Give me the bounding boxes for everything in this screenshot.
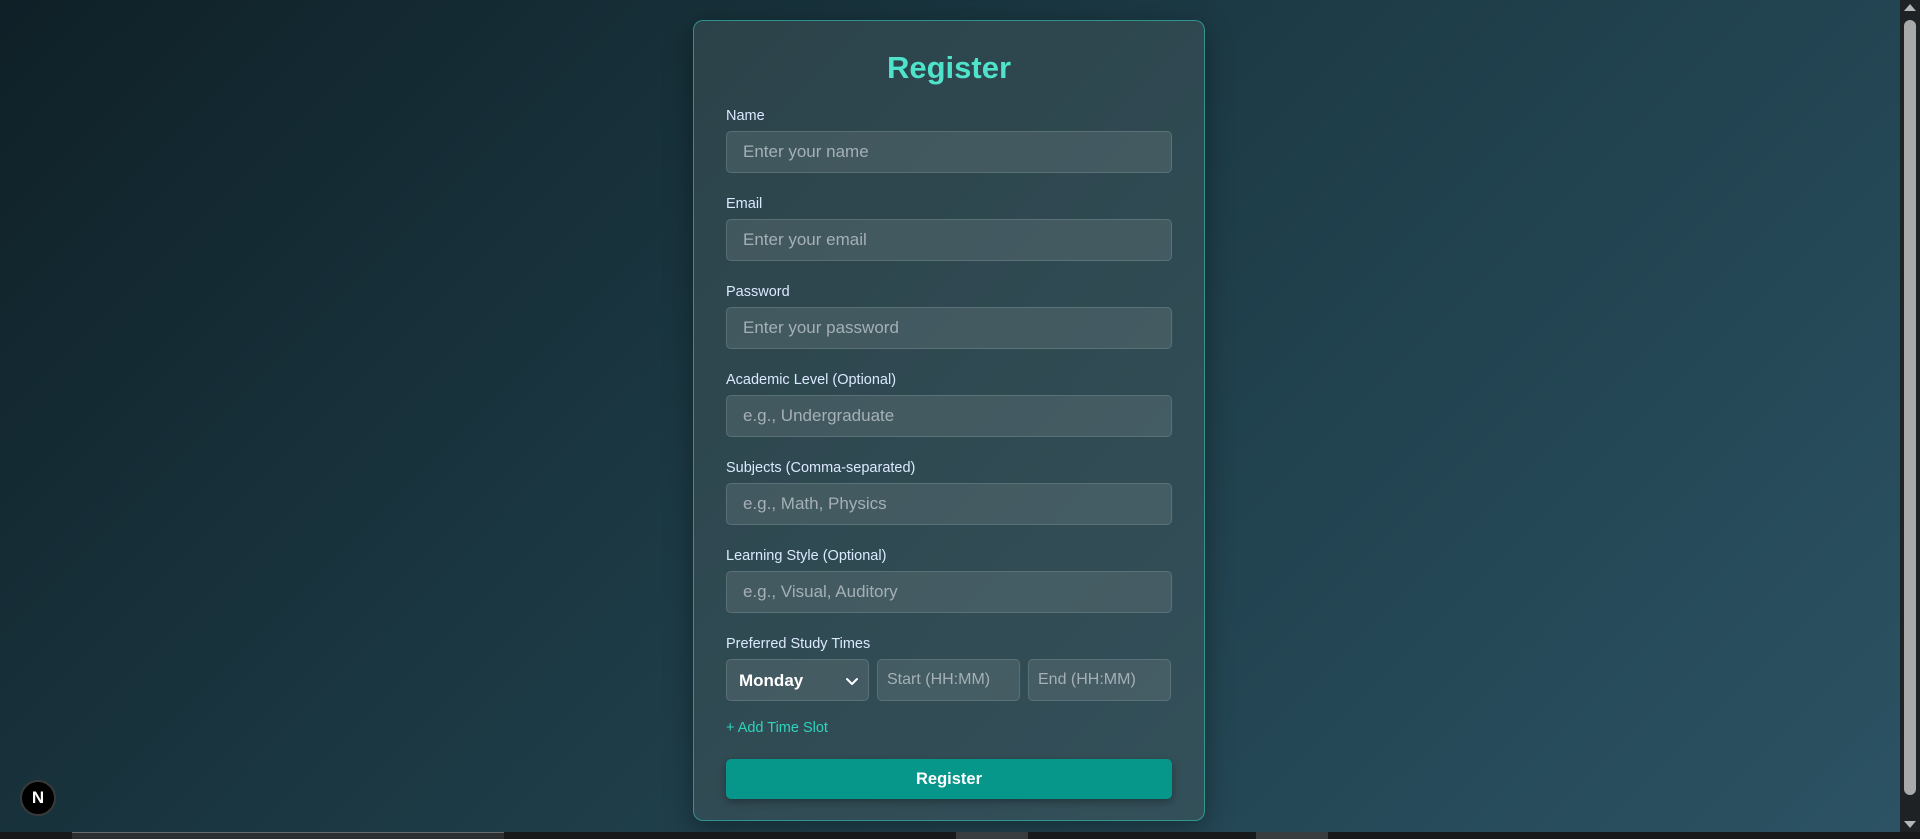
- subjects-field-group: Subjects (Comma-separated): [726, 459, 1172, 525]
- name-label: Name: [726, 108, 765, 124]
- password-field-group: Password: [726, 283, 1172, 349]
- end-time-input[interactable]: [1028, 659, 1171, 701]
- register-button[interactable]: Register: [726, 759, 1172, 799]
- study-times-label: Preferred Study Times: [726, 636, 871, 652]
- page-viewport: Register Name Email Password Academic Le…: [0, 0, 1900, 832]
- scroll-thumb[interactable]: [1904, 20, 1916, 795]
- bottom-scroll-segment: [1256, 832, 1328, 839]
- subjects-input[interactable]: [726, 483, 1172, 525]
- scroll-down-arrow-icon[interactable]: [1904, 821, 1916, 828]
- bottom-scrollbar[interactable]: [0, 832, 1920, 839]
- chevron-down-icon: [846, 678, 858, 685]
- vertical-scrollbar[interactable]: [1900, 0, 1920, 832]
- add-time-slot-link[interactable]: + Add Time Slot: [726, 719, 828, 737]
- learning-style-input[interactable]: [726, 571, 1172, 613]
- academic-level-field-group: Academic Level (Optional): [726, 371, 1172, 437]
- bottom-scroll-segment: [956, 832, 1028, 839]
- scroll-up-arrow-icon[interactable]: [1904, 4, 1916, 11]
- email-label: Email: [726, 196, 763, 212]
- academic-level-input[interactable]: [726, 395, 1172, 437]
- day-select-value: Monday: [739, 671, 804, 690]
- password-input[interactable]: [726, 307, 1172, 349]
- subjects-label: Subjects (Comma-separated): [726, 460, 916, 476]
- name-input[interactable]: [726, 131, 1172, 173]
- nextjs-logo-icon[interactable]: N: [20, 780, 56, 816]
- password-label: Password: [726, 284, 790, 300]
- form-title: Register: [886, 50, 1012, 85]
- name-field-group: Name: [726, 107, 1172, 173]
- academic-level-label: Academic Level (Optional): [726, 372, 897, 388]
- study-times-group: Preferred Study Times Monday: [726, 635, 1172, 701]
- learning-style-label: Learning Style (Optional): [726, 548, 887, 564]
- start-time-input[interactable]: [877, 659, 1020, 701]
- email-field-group: Email: [726, 195, 1172, 261]
- day-select[interactable]: Monday: [726, 659, 869, 701]
- register-card: Register Name Email Password Academic Le…: [693, 20, 1205, 821]
- time-slot-row: Monday: [726, 659, 1172, 701]
- bottom-scroll-segment: [72, 832, 504, 839]
- email-input[interactable]: [726, 219, 1172, 261]
- learning-style-field-group: Learning Style (Optional): [726, 547, 1172, 613]
